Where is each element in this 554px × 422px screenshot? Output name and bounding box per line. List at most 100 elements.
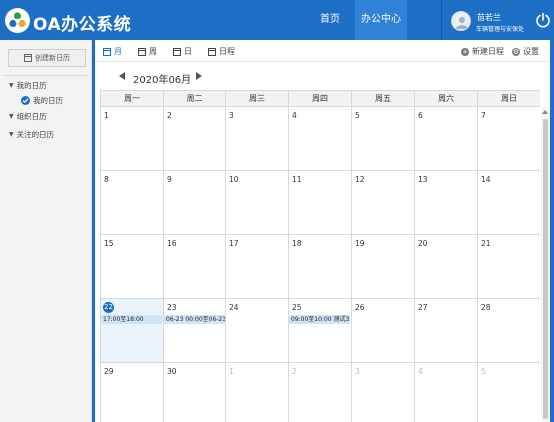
day-cell[interactable]: 24 <box>226 299 289 363</box>
weekday-tue: 周二 <box>164 91 226 107</box>
day-cell[interactable]: 21 <box>478 235 540 299</box>
weekday-sat: 周六 <box>415 91 478 107</box>
weekday-wed: 周三 <box>226 91 289 107</box>
weekday-header-row: 周一 周二 周三 周四 周五 周六 周日 <box>101 90 540 107</box>
day-cell[interactable]: 20 <box>415 235 478 299</box>
caret-down-icon: ▼ <box>9 82 14 89</box>
tree-my-calendar-label: 我的日历 <box>16 81 47 90</box>
day-cell[interactable]: 23 <box>164 299 226 363</box>
day-number: 12 <box>355 175 365 184</box>
day-number: 6 <box>418 111 423 120</box>
day-number: 9 <box>167 175 172 184</box>
prev-month-arrow-icon[interactable] <box>119 72 125 80</box>
day-number: 19 <box>355 239 365 248</box>
vertical-scrollbar[interactable] <box>541 107 550 422</box>
new-event-label: 新建日程 <box>472 47 504 56</box>
settings-button[interactable]: ⚙ 设置 <box>512 46 539 57</box>
header-divider <box>441 0 442 40</box>
day-cell[interactable]: 8 <box>101 171 164 235</box>
day-cell[interactable]: 18 <box>289 235 352 299</box>
day-number: 5 <box>481 367 486 376</box>
check-circle-icon[interactable] <box>21 96 30 105</box>
day-cell[interactable]: 15 <box>101 235 164 299</box>
weekday-mon: 周一 <box>101 91 164 107</box>
day-cell[interactable]: 9 <box>164 171 226 235</box>
user-avatar[interactable] <box>451 11 471 31</box>
tree-my-calendar[interactable]: ▼ 我的日历 <box>9 80 47 91</box>
day-cell[interactable]: 5 <box>352 107 415 171</box>
day-number: 15 <box>104 239 114 248</box>
tree-my-calendar-child[interactable]: 我的日历 <box>21 95 63 106</box>
day-cell[interactable]: 29 <box>101 363 164 422</box>
calendar-icon <box>103 47 111 56</box>
next-month-arrow-icon[interactable] <box>196 72 202 80</box>
user-icon <box>456 17 468 29</box>
day-cell[interactable]: 1 <box>101 107 164 171</box>
day-cell[interactable]: 11 <box>289 171 352 235</box>
event-bar[interactable]: 06-23 00:00至06-23 <box>164 315 225 324</box>
day-number: 3 <box>355 367 360 376</box>
day-number: 30 <box>167 367 177 376</box>
logo-icon <box>9 12 26 28</box>
calendar-toolbar: 月 周 日 日程 + 新建日程 ⚙ 设置 <box>95 40 550 62</box>
day-cell[interactable]: 7 <box>478 107 540 171</box>
tree-org-calendar[interactable]: ▼ 组织日历 <box>9 111 47 122</box>
day-cell-next-month[interactable]: 5 <box>478 363 540 422</box>
nav-home[interactable]: 首页 <box>310 0 350 40</box>
scroll-up-arrow-icon[interactable] <box>542 110 548 114</box>
day-cell[interactable]: 6 <box>415 107 478 171</box>
app-root: OA办公系统 首页 办公中心 苗若兰 车辆管理与安保处 创建新日历 ▼ 我的日历 <box>0 0 554 422</box>
day-cell[interactable]: 17 <box>226 235 289 299</box>
day-number: 23 <box>167 303 177 312</box>
day-cell[interactable]: 26 <box>352 299 415 363</box>
today-badge: 22 <box>103 302 114 313</box>
day-cell-next-month[interactable]: 3 <box>352 363 415 422</box>
day-number: 29 <box>104 367 114 376</box>
tab-day-label: 日 <box>184 47 192 56</box>
day-cell[interactable]: 2 <box>164 107 226 171</box>
day-number: 13 <box>418 175 428 184</box>
day-cell[interactable]: 27 <box>415 299 478 363</box>
day-cell[interactable]: 16 <box>164 235 226 299</box>
day-cell[interactable]: 25 <box>289 299 352 363</box>
day-number: 2 <box>292 367 297 376</box>
new-event-button[interactable]: + 新建日程 <box>461 46 504 57</box>
event-bar[interactable]: 17:00至18:00 <box>101 315 162 324</box>
day-cell[interactable]: 14 <box>478 171 540 235</box>
create-calendar-button[interactable]: 创建新日历 <box>8 49 86 67</box>
tab-day[interactable]: 日 <box>173 46 192 57</box>
day-cell-next-month[interactable]: 1 <box>226 363 289 422</box>
day-number: 1 <box>229 367 234 376</box>
day-cell[interactable]: 13 <box>415 171 478 235</box>
user-name: 苗若兰 <box>477 13 501 22</box>
power-icon[interactable] <box>535 12 551 28</box>
day-number: 4 <box>418 367 423 376</box>
app-logo <box>5 8 30 33</box>
day-cell-next-month[interactable]: 4 <box>415 363 478 422</box>
day-cell[interactable]: 3 <box>226 107 289 171</box>
day-cell[interactable]: 12 <box>352 171 415 235</box>
day-cell[interactable]: 28 <box>478 299 540 363</box>
tree-my-calendar-child-label: 我的日历 <box>33 96 63 105</box>
content-frame-left <box>92 40 95 422</box>
tree-followed-calendar[interactable]: ▼ 关注的日历 <box>9 129 54 140</box>
day-number: 7 <box>481 111 486 120</box>
day-number: 8 <box>104 175 109 184</box>
tab-week[interactable]: 周 <box>138 46 157 57</box>
day-cell[interactable]: 19 <box>352 235 415 299</box>
day-cell-next-month[interactable]: 2 <box>289 363 352 422</box>
create-calendar-label: 创建新日历 <box>35 54 70 62</box>
day-number: 24 <box>229 303 239 312</box>
day-cell-today[interactable]: 22 <box>101 299 164 363</box>
day-cell[interactable]: 4 <box>289 107 352 171</box>
scrollbar-thumb[interactable] <box>543 119 548 419</box>
event-bar[interactable]: 09:00至10:00 测试3333 <box>289 315 350 324</box>
day-number: 14 <box>481 175 491 184</box>
tab-schedule[interactable]: 日程 <box>208 46 235 57</box>
sidebar: 创建新日历 ▼ 我的日历 我的日历 ▼ 组织日历 ▼ 关注的日历 <box>0 40 92 422</box>
day-cell[interactable]: 10 <box>226 171 289 235</box>
day-cell[interactable]: 30 <box>164 363 226 422</box>
tab-month[interactable]: 月 <box>103 46 122 57</box>
caret-down-icon: ▼ <box>9 131 14 138</box>
nav-office-center[interactable]: 办公中心 <box>355 0 407 40</box>
